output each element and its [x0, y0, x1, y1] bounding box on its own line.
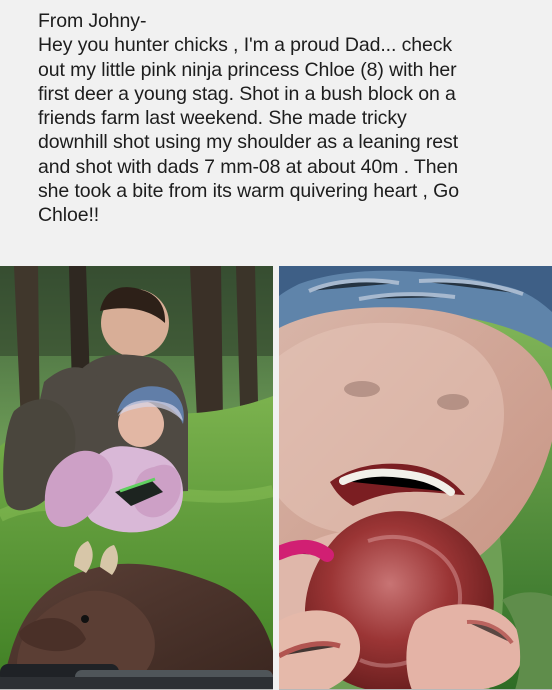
heart-photo-image — [279, 266, 552, 690]
post-line: she took a bite from its warm quivering … — [38, 180, 459, 203]
post-line: Chloe!! — [38, 204, 100, 227]
hunting-photo[interactable] — [0, 266, 273, 690]
post-line: Hey you hunter chicks , I'm a proud Dad.… — [38, 34, 453, 57]
post-line: From Johny- — [38, 10, 147, 32]
post-line: friends farm last weekend. She made tric… — [38, 107, 407, 130]
photo-grid — [0, 266, 552, 690]
post-line: downhill shot using my shoulder as a lea… — [38, 131, 459, 154]
heart-photo[interactable] — [279, 266, 552, 690]
post-line: first deer a young stag. Shot in a bush … — [38, 82, 456, 105]
hunting-photo-image — [0, 266, 273, 690]
post-line: and shot with dads 7 mm-08 at about 40m … — [38, 155, 458, 178]
post-line: out my little pink ninja princess Chloe … — [38, 58, 457, 81]
post-text: From Johny- Hey you hunter chicks , I'm … — [38, 9, 544, 228]
